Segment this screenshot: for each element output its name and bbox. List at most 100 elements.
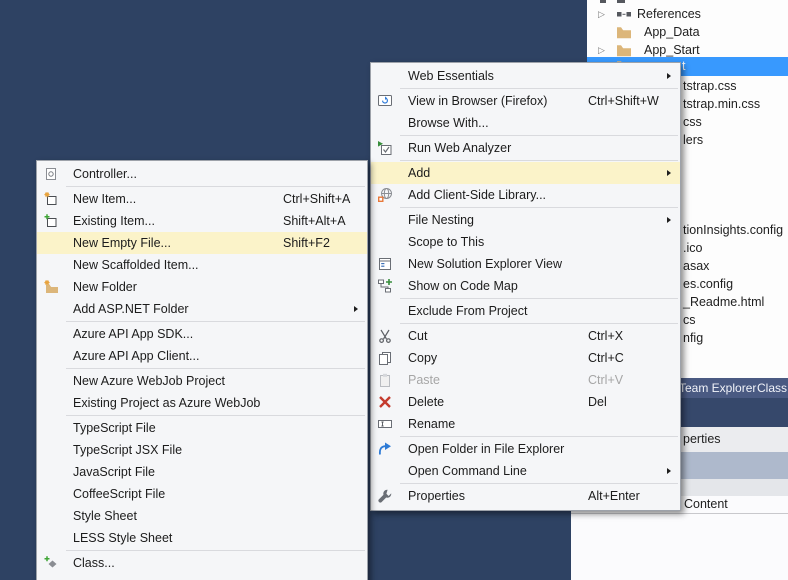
menu-item-exclude-from-project[interactable]: Exclude From Project xyxy=(371,300,680,322)
new-solution-explorer-view-icon xyxy=(377,256,393,272)
menu-item-label: TypeScript JSX File xyxy=(65,443,182,457)
cut-icon xyxy=(371,325,399,347)
class-icon xyxy=(43,555,59,571)
menu-item-controller[interactable]: Controller... xyxy=(37,163,367,185)
menu-item-azure-api-app-sdk[interactable]: Azure API App SDK... xyxy=(37,323,367,345)
menu-item-coffeescript-file[interactable]: CoffeeScript File xyxy=(37,483,367,505)
tree-item-app-data[interactable]: App_Data xyxy=(587,23,788,41)
new-item-icon xyxy=(43,191,59,207)
clipped-tree-row-fragment xyxy=(617,0,625,3)
menu-item-label: Show on Code Map xyxy=(399,279,518,293)
copy-icon xyxy=(377,350,393,366)
context-menu: Web Essentials View in Browser (Firefox)C… xyxy=(370,62,681,511)
open-folder-explorer-icon xyxy=(377,441,393,457)
menu-item-new-folder[interactable]: New Folder xyxy=(37,276,367,298)
menu-item-style-sheet[interactable]: Style Sheet xyxy=(37,505,367,527)
menu-item-label: New Empty File... xyxy=(65,236,171,250)
menu-item-scope-to-this[interactable]: Scope to This xyxy=(371,231,680,253)
menu-item-label: New Solution Explorer View xyxy=(399,257,562,271)
menu-item-label: Browse With... xyxy=(399,116,489,130)
vs-shell: ▷ReferencesApp_Data▷App_Startttstrap.css… xyxy=(0,0,788,580)
menu-item-label: Copy xyxy=(399,351,437,365)
menu-item-label: Open Folder in File Explorer xyxy=(399,442,564,456)
menu-separator xyxy=(400,160,678,161)
menu-item-azure-api-app-client[interactable]: Azure API App Client... xyxy=(37,345,367,367)
properties-icon xyxy=(377,488,393,504)
folder-icon xyxy=(616,24,632,40)
menu-separator xyxy=(66,321,365,322)
icon-slot-empty xyxy=(37,345,65,367)
tree-item-references[interactable]: ▷References xyxy=(587,5,788,23)
menu-item-existing-item[interactable]: Existing Item...Shift+Alt+A xyxy=(37,210,367,232)
menu-item-typescript-file[interactable]: TypeScript File xyxy=(37,417,367,439)
menu-item-javascript-file[interactable]: JavaScript File xyxy=(37,461,367,483)
menu-item-open-folder-in-file-explorer[interactable]: Open Folder in File Explorer xyxy=(371,438,680,460)
folder-icon xyxy=(616,42,632,58)
menu-item-label: New Azure WebJob Project xyxy=(65,374,225,388)
menu-item-new-scaffolded-item[interactable]: New Scaffolded Item... xyxy=(37,254,367,276)
menu-item-browse-with[interactable]: Browse With... xyxy=(371,112,680,134)
icon-slot-empty xyxy=(37,370,65,392)
menu-item-label: Add xyxy=(399,166,430,180)
menu-item-show-on-code-map[interactable]: Show on Code Map xyxy=(371,275,680,297)
menu-item-copy[interactable]: CopyCtrl+C xyxy=(371,347,680,369)
menu-item-run-web-analyzer[interactable]: Run Web Analyzer xyxy=(371,137,680,159)
icon-slot-empty xyxy=(371,65,399,87)
icon-slot-empty xyxy=(371,162,399,184)
menu-item-open-command-line[interactable]: Open Command Line xyxy=(371,460,680,482)
tab-team-explorer[interactable]: Team Explorer xyxy=(679,378,756,398)
menu-item-shortcut: Ctrl+Shift+A xyxy=(283,188,350,210)
tab-class[interactable]: Class xyxy=(757,378,787,398)
icon-slot-empty xyxy=(37,323,65,345)
menu-item-typescript-jsx-file[interactable]: TypeScript JSX File xyxy=(37,439,367,461)
icon-slot-empty xyxy=(371,112,399,134)
submenu-arrow-icon xyxy=(667,217,671,223)
menu-separator xyxy=(400,436,678,437)
menu-item-rename[interactable]: Rename xyxy=(371,413,680,435)
tree-item-label: nfig xyxy=(683,329,703,347)
menu-item-label: Style Sheet xyxy=(65,509,137,523)
menu-separator xyxy=(66,368,365,369)
menu-item-label: File Nesting xyxy=(399,213,474,227)
properties-value-content: Content xyxy=(684,496,728,513)
tree-item-label: _Readme.html xyxy=(683,293,764,311)
menu-item-label: Add ASP.NET Folder xyxy=(65,302,189,316)
menu-item-label: New Scaffolded Item... xyxy=(65,258,199,272)
menu-separator xyxy=(66,550,365,551)
menu-item-cut[interactable]: CutCtrl+X xyxy=(371,325,680,347)
menu-item-less-style-sheet[interactable]: LESS Style Sheet xyxy=(37,527,367,549)
rename-icon xyxy=(371,413,399,435)
menu-item-label: JavaScript File xyxy=(65,465,155,479)
menu-item-add-client-side-library[interactable]: Add Client-Side Library... xyxy=(371,184,680,206)
add-client-side-library-icon xyxy=(371,184,399,206)
menu-item-label: Existing Project as Azure WebJob xyxy=(65,396,260,410)
menu-item-shortcut: Del xyxy=(588,391,607,413)
existing-item-icon xyxy=(43,213,59,229)
menu-item-existing-project-as-azure-webjob[interactable]: Existing Project as Azure WebJob xyxy=(37,392,367,414)
menu-item-label: Properties xyxy=(399,489,465,503)
expander-collapsed-icon[interactable]: ▷ xyxy=(598,5,605,23)
menu-item-properties[interactable]: PropertiesAlt+Enter xyxy=(371,485,680,507)
menu-item-file-nesting[interactable]: File Nesting xyxy=(371,209,680,231)
view-in-browser-icon xyxy=(371,90,399,112)
menu-item-new-empty-file[interactable]: New Empty File...Shift+F2 xyxy=(37,232,367,254)
menu-item-new-solution-explorer-view[interactable]: New Solution Explorer View xyxy=(371,253,680,275)
menu-item-delete[interactable]: DeleteDel xyxy=(371,391,680,413)
menu-item-new-item[interactable]: New Item...Ctrl+Shift+A xyxy=(37,188,367,210)
menu-item-add-asp-net-folder[interactable]: Add ASP.NET Folder xyxy=(37,298,367,320)
menu-item-view-in-browser-firefox[interactable]: View in Browser (Firefox)Ctrl+Shift+W xyxy=(371,90,680,112)
tree-item-label: t xyxy=(682,57,685,76)
menu-item-add[interactable]: Add xyxy=(371,162,680,184)
menu-item-label: New Folder xyxy=(65,280,137,294)
tree-item-label: tstrap.min.css xyxy=(683,95,760,113)
menu-item-web-essentials[interactable]: Web Essentials xyxy=(371,65,680,87)
paste-icon xyxy=(377,372,393,388)
class-icon xyxy=(37,552,65,574)
delete-icon xyxy=(377,394,393,410)
menu-separator xyxy=(400,323,678,324)
menu-item-paste[interactable]: PasteCtrl+V xyxy=(371,369,680,391)
menu-separator xyxy=(66,415,365,416)
menu-item-class[interactable]: Class... xyxy=(37,552,367,574)
menu-separator xyxy=(400,88,678,89)
menu-item-new-azure-webjob-project[interactable]: New Azure WebJob Project xyxy=(37,370,367,392)
